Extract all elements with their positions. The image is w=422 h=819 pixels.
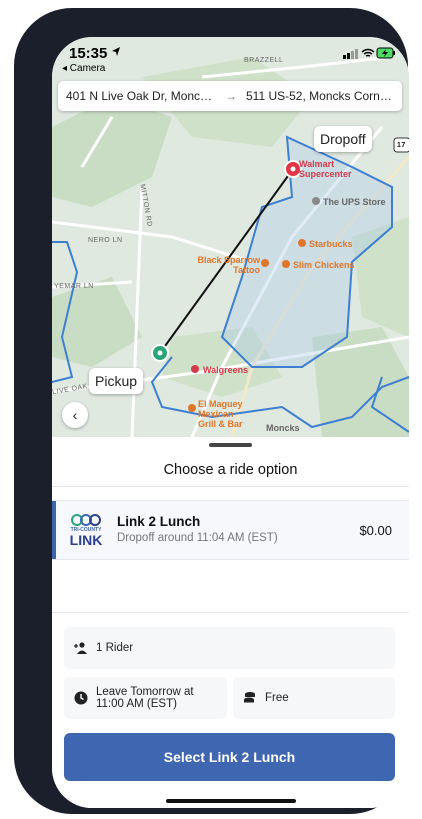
poi-ups: The UPS Store [323, 197, 386, 207]
select-ride-button[interactable]: Select Link 2 Lunch [64, 733, 395, 781]
tri-county-link-logo: TRI-COUNTY LINK [70, 514, 103, 548]
dropoff-address: 511 US-52, Moncks Corn… [246, 89, 392, 103]
departure-line-1: Leave Tomorrow at [96, 686, 194, 698]
wifi-icon [361, 48, 375, 57]
pickup-address: 401 N Live Oak Dr, Monc… [66, 89, 213, 103]
back-button[interactable]: ‹ [62, 402, 88, 428]
poi-walmart: Walmart Supercenter [299, 159, 352, 179]
status-icons [343, 47, 395, 59]
road-label-nero: NERO LN [88, 237, 123, 244]
departure-time: Leave Tomorrow at 11:00 AM (EST) [96, 686, 194, 710]
fare-label: Free [265, 692, 289, 704]
dropoff-label: Dropoff [314, 126, 372, 152]
departure-line-2: 11:00 AM (EST) [96, 698, 177, 710]
pickup-label: Pickup [89, 368, 144, 394]
map-view[interactable]: BRAZZELL NERO LN MITTON RD YEMAR LN LIVE… [52, 37, 409, 437]
departure-time-selector[interactable]: Leave Tomorrow at 11:00 AM (EST) [64, 677, 227, 719]
selected-indicator [52, 501, 56, 559]
status-time: 15:35 [69, 45, 108, 62]
home-indicator [166, 799, 296, 803]
poi-slim-chickens: Slim Chickens [293, 260, 355, 270]
road-label-yemar: YEMAR LN [54, 283, 94, 290]
rider-count: 1 Rider [96, 642, 134, 654]
poi-moncks: Moncks [266, 423, 300, 433]
option-name: Link 2 Lunch [117, 514, 201, 529]
divider [52, 486, 409, 487]
app-screen: BRAZZELL NERO LN MITTON RD YEMAR LN LIVE… [52, 37, 409, 808]
arrow-right-icon: → [225, 89, 237, 103]
ride-option-link-2-lunch[interactable]: TRI-COUNTY LINK Link 2 Lunch Dropoff aro… [52, 500, 409, 560]
ride-options-sheet: Choose a ride option TRI-COUNTY LINK Lin… [52, 437, 409, 808]
location-arrow-icon [112, 47, 120, 56]
option-price: $0.00 [359, 523, 392, 538]
logo-text-main: LINK [70, 532, 103, 548]
option-dropoff-time: Dropoff around 11:04 AM (EST) [117, 532, 278, 544]
route-address-bar[interactable]: 401 N Live Oak Dr, Monc… → 511 US-52, Mo… [58, 81, 402, 111]
poi-starbucks: Starbucks [309, 239, 353, 249]
poi-black-sparrow: Black Sparrow Tattoo [197, 255, 260, 275]
status-bar: 15:35 ◂ Camera [52, 37, 409, 77]
rider-count-selector[interactable]: 1 Rider [64, 627, 395, 669]
chevron-left-icon: ‹ [72, 407, 78, 423]
route-shield: 17 [397, 142, 406, 149]
clock-icon [74, 691, 88, 705]
fare-info[interactable]: Free [233, 677, 395, 719]
sheet-title: Choose a ride option [163, 462, 298, 478]
back-to-app-link[interactable]: ◂ Camera [62, 63, 105, 74]
sheet-drag-handle[interactable] [209, 443, 252, 447]
divider [52, 612, 409, 613]
phone-frame: BRAZZELL NERO LN MITTON RD YEMAR LN LIVE… [14, 8, 409, 814]
poi-el-maguey: El Maguey Mexican Grill & Bar [198, 399, 243, 429]
coins-icon [243, 691, 257, 705]
signal-icon [343, 49, 358, 59]
battery-icon [376, 47, 395, 59]
poi-walgreens: Walgreens [203, 365, 249, 375]
add-person-icon [74, 642, 88, 654]
